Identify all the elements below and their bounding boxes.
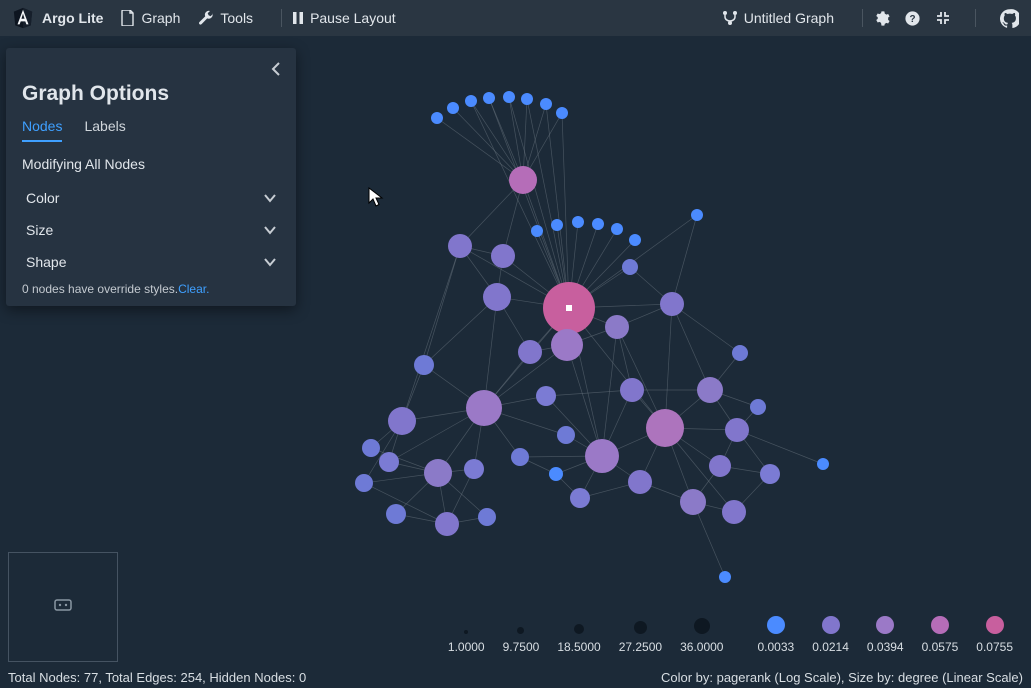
chevron-down-icon: [264, 222, 276, 238]
graph-title-label: Untitled Graph: [744, 10, 834, 26]
menu-tools-label: Tools: [220, 10, 253, 26]
github-icon[interactable]: [1000, 9, 1019, 28]
size-legend-4: 36.0000: [680, 640, 723, 654]
pause-layout-label: Pause Layout: [310, 10, 396, 26]
menu-graph-label: Graph: [141, 10, 180, 26]
minimize-icon[interactable]: [935, 10, 951, 26]
section-shape[interactable]: Shape: [22, 246, 280, 278]
svg-text:?: ?: [909, 14, 915, 25]
override-text: 0 nodes have override styles.: [22, 282, 178, 296]
section-size-label: Size: [26, 222, 53, 238]
size-legend-3: 27.2500: [619, 640, 662, 654]
tab-nodes[interactable]: Nodes: [22, 118, 62, 142]
pause-layout-button[interactable]: Pause Layout: [292, 10, 396, 26]
chevron-down-icon: [264, 190, 276, 206]
color-legend-2: 0.0394: [867, 640, 904, 654]
status-bar: Total Nodes: 77, Total Edges: 254, Hidde…: [0, 666, 1031, 688]
color-legend-0: 0.0033: [757, 640, 794, 654]
tab-labels[interactable]: Labels: [84, 118, 125, 142]
minimap-icon: [54, 598, 72, 616]
menu-graph[interactable]: Graph: [121, 10, 180, 26]
brand-label: Argo Lite: [42, 10, 103, 26]
legend: 1.0000 9.7500 18.5000 27.2500 36.0000 0.…: [448, 616, 1013, 654]
branch-icon: [722, 10, 738, 26]
status-right: Color by: pagerank (Log Scale), Size by:…: [661, 670, 1023, 685]
wrench-icon: [198, 10, 214, 26]
size-legend-2: 18.5000: [557, 640, 600, 654]
color-legend-4: 0.0755: [976, 640, 1013, 654]
section-size[interactable]: Size: [22, 214, 280, 246]
settings-icon[interactable]: [873, 10, 890, 27]
angular-logo-icon: [12, 7, 34, 29]
size-legend: 1.0000 9.7500 18.5000 27.2500 36.0000: [448, 618, 724, 654]
color-legend: 0.0033 0.0214 0.0394 0.0575 0.0755: [757, 616, 1013, 654]
status-left: Total Nodes: 77, Total Edges: 254, Hidde…: [8, 670, 306, 685]
graph-title[interactable]: Untitled Graph: [722, 10, 834, 26]
clear-overrides-link[interactable]: Clear.: [178, 282, 209, 296]
collapse-panel-button[interactable]: [270, 62, 282, 81]
panel-tabs: Nodes Labels: [22, 118, 280, 142]
top-toolbar: Argo Lite Graph Tools Pause Layout Untit…: [0, 0, 1031, 36]
size-legend-1: 9.7500: [503, 640, 540, 654]
color-legend-3: 0.0575: [922, 640, 959, 654]
chevron-down-icon: [264, 254, 276, 270]
pause-icon: [292, 11, 304, 25]
brand[interactable]: Argo Lite: [12, 7, 103, 29]
section-shape-label: Shape: [26, 254, 66, 270]
graph-options-panel: Graph Options Nodes Labels Modifying All…: [6, 48, 296, 306]
override-status: 0 nodes have override styles.Clear.: [22, 282, 280, 296]
menu-tools[interactable]: Tools: [198, 10, 253, 26]
separator: [281, 9, 282, 27]
minimap[interactable]: [8, 552, 118, 662]
section-color-label: Color: [26, 190, 59, 206]
panel-heading: Graph Options: [22, 82, 280, 106]
help-icon[interactable]: ?: [904, 10, 921, 27]
color-legend-1: 0.0214: [812, 640, 849, 654]
separator: [975, 9, 976, 27]
modify-scope-label: Modifying All Nodes: [22, 156, 280, 172]
document-icon: [121, 10, 135, 26]
size-legend-0: 1.0000: [448, 640, 485, 654]
separator: [862, 9, 863, 27]
section-color[interactable]: Color: [22, 182, 280, 214]
